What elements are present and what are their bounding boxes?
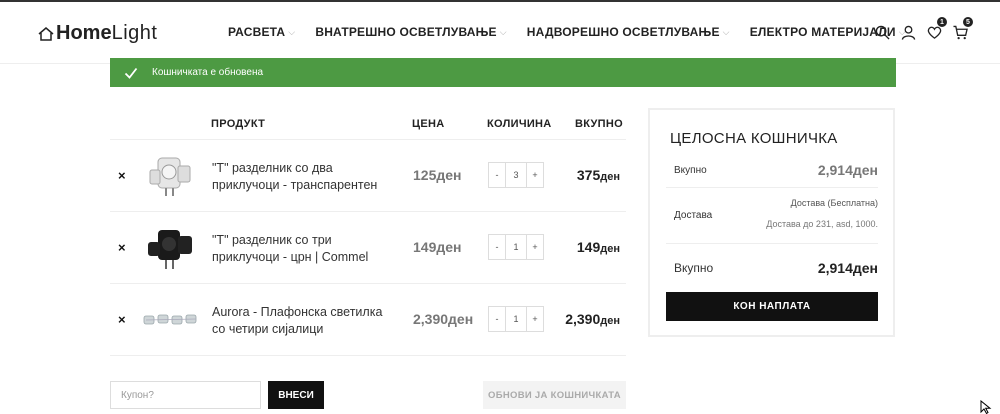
remove-item-button[interactable]: × bbox=[118, 168, 126, 183]
cart-icon[interactable]: 5 bbox=[950, 17, 973, 42]
shipping-method: Достава (Бесплатна) bbox=[790, 198, 878, 208]
nav-label: НАДВОРЕШНО ОСВЕТЛУВАЊЕ bbox=[526, 25, 720, 39]
qty-plus-button[interactable]: + bbox=[527, 307, 543, 331]
quantity-stepper: - 3 + bbox=[488, 162, 544, 188]
cart-row: × "T" разделник со два приклучоци - тран… bbox=[110, 140, 626, 212]
site-header: Home Light РАСВЕТА ⌵ ВНАТРЕШНО ОСВЕТЛУВАЊ… bbox=[0, 0, 1000, 64]
product-name-link[interactable]: "T" разделник со три приклучоци - црн | … bbox=[212, 232, 392, 266]
total-value: 2,914ден bbox=[817, 260, 878, 276]
cart-updated-notice: Кошничката е обновена bbox=[110, 58, 896, 87]
currency: ден bbox=[600, 315, 620, 327]
totals-shipping-row: Достава Достава (Бесплатна) Достава до 2… bbox=[666, 188, 878, 244]
site-logo[interactable]: Home Light bbox=[38, 22, 157, 45]
cart-table-header: ПРОДУКТ ЦЕНА КОЛИЧИНА ВКУПНО bbox=[110, 108, 626, 140]
currency: ден bbox=[448, 311, 474, 327]
product-thumbnail[interactable] bbox=[142, 224, 200, 272]
apply-coupon-button[interactable]: ВНЕСИ bbox=[268, 381, 324, 409]
mouse-cursor-icon bbox=[980, 400, 992, 414]
coupon-input[interactable]: Купон? bbox=[110, 381, 261, 409]
remove-item-button[interactable]: × bbox=[118, 240, 126, 255]
checkout-button[interactable]: КОН НАПЛАТА bbox=[666, 292, 878, 321]
row-subtotal: 375ден bbox=[577, 167, 620, 183]
chevron-down-icon: ⌵ bbox=[722, 26, 730, 37]
nav-item-rasveta[interactable]: РАСВЕТА ⌵ bbox=[228, 25, 295, 39]
price-value: 2,390 bbox=[413, 311, 449, 327]
currency: ден bbox=[600, 171, 620, 183]
product-thumbnail[interactable] bbox=[142, 296, 200, 344]
col-total: ВКУПНО bbox=[575, 118, 623, 130]
product-price: 149ден bbox=[413, 239, 462, 255]
qty-input[interactable]: 1 bbox=[505, 235, 527, 259]
currency: ден bbox=[600, 243, 620, 255]
cart-count-badge: 5 bbox=[963, 17, 973, 27]
col-price: ЦЕНА bbox=[412, 118, 445, 130]
qty-plus-button[interactable]: + bbox=[527, 163, 543, 187]
price-value: 149 bbox=[413, 239, 437, 255]
nav-label: РАСВЕТА bbox=[228, 25, 286, 39]
notice-message: Кошничката е обновена bbox=[152, 67, 264, 78]
subtotal-label: Вкупно bbox=[674, 165, 707, 176]
totals-title: ЦЕЛОСНА КОШНИЧКА bbox=[670, 130, 838, 147]
product-name-link[interactable]: "T" разделник со два приклучоци - трансп… bbox=[212, 160, 392, 194]
quantity-stepper: - 1 + bbox=[488, 306, 544, 332]
cart-row: × "T" разделник со три приклучоци - црн … bbox=[110, 212, 626, 284]
subtotal-value: 2,914ден bbox=[817, 162, 878, 178]
chevron-down-icon: ⌵ bbox=[499, 26, 507, 37]
product-thumbnail[interactable] bbox=[142, 152, 200, 200]
cart-table: ПРОДУКТ ЦЕНА КОЛИЧИНА ВКУПНО × "T" разде… bbox=[110, 108, 626, 356]
totals-total-row: Вкупно 2,914ден bbox=[666, 244, 878, 288]
subtotal-value: 2,390 bbox=[565, 311, 601, 327]
update-cart-button[interactable]: ОБНОВИ ЈА КОШНИЧКАТА bbox=[483, 381, 626, 409]
totals-subtotal-row: Вкупно 2,914ден bbox=[666, 152, 878, 188]
row-subtotal: 2,390ден bbox=[565, 311, 620, 327]
nav-label: ВНАТРЕШНО ОСВЕТЛУВАЊЕ bbox=[315, 25, 497, 39]
top-border bbox=[0, 0, 1000, 2]
subtotal-value: 149 bbox=[576, 239, 601, 255]
col-quantity: КОЛИЧИНА bbox=[487, 118, 552, 130]
total-label: Вкупно bbox=[674, 261, 714, 275]
nav-item-indoor[interactable]: ВНАТРЕШНО ОСВЕТЛУВАЊЕ ⌵ bbox=[315, 25, 506, 39]
nav-item-outdoor[interactable]: НАДВОРЕШНО ОСВЕТЛУВАЊЕ ⌵ bbox=[527, 25, 730, 39]
currency: ден bbox=[436, 167, 462, 183]
qty-input[interactable]: 3 bbox=[505, 163, 527, 187]
col-product: ПРОДУКТ bbox=[211, 118, 266, 130]
remove-item-button[interactable]: × bbox=[118, 312, 126, 327]
product-name-link[interactable]: Aurora - Плафонска светилка со четири си… bbox=[212, 304, 392, 338]
product-price: 125ден bbox=[413, 167, 462, 183]
cart-row: × Aurora - Плафонска светилка со четири … bbox=[110, 284, 626, 356]
product-price: 2,390ден bbox=[413, 311, 473, 327]
qty-input[interactable]: 1 bbox=[505, 307, 527, 331]
row-subtotal: 149ден bbox=[577, 239, 620, 255]
chevron-down-icon: ⌵ bbox=[288, 26, 296, 37]
quantity-stepper: - 1 + bbox=[488, 234, 544, 260]
search-icon[interactable] bbox=[872, 22, 892, 42]
header-icons: 1 5 bbox=[866, 17, 973, 42]
logo-light-text: Light bbox=[111, 22, 158, 44]
qty-minus-button[interactable]: - bbox=[489, 235, 505, 259]
check-icon bbox=[124, 67, 138, 79]
currency: ден bbox=[436, 239, 462, 255]
wishlist-count-badge: 1 bbox=[937, 17, 947, 27]
house-icon bbox=[38, 26, 54, 41]
shipping-label: Достава bbox=[674, 210, 713, 221]
qty-plus-button[interactable]: + bbox=[527, 235, 543, 259]
wishlist-heart-icon[interactable]: 1 bbox=[924, 17, 947, 42]
qty-minus-button[interactable]: - bbox=[489, 163, 505, 187]
price-value: 125 bbox=[413, 167, 437, 183]
logo-home-text: Home bbox=[56, 22, 112, 44]
subtotal-value: 375 bbox=[576, 167, 601, 183]
cart-totals-box: ЦЕЛОСНА КОШНИЧКА Вкупно 2,914ден Достава… bbox=[648, 108, 895, 337]
qty-minus-button[interactable]: - bbox=[489, 307, 505, 331]
shipping-destination: Достава до 231, asd, 1000. bbox=[766, 219, 878, 229]
main-nav: РАСВЕТА ⌵ ВНАТРЕШНО ОСВЕТЛУВАЊЕ ⌵ НАДВОРЕШ… bbox=[228, 25, 926, 39]
account-icon[interactable] bbox=[898, 22, 918, 42]
